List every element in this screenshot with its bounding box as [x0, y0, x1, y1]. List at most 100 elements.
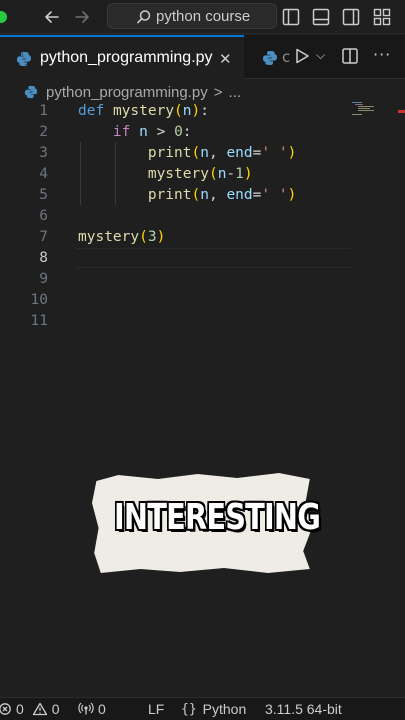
search-icon [137, 10, 151, 24]
ports-count: 0 [98, 701, 106, 717]
python-file-icon [17, 52, 31, 66]
code-line[interactable]: mystery(n-1) [78, 166, 253, 182]
command-center-search[interactable]: python course [107, 3, 277, 29]
code-token: print [147, 187, 192, 203]
line-number: 2 [39, 124, 48, 140]
python-file-icon [24, 85, 38, 99]
more-actions-icon[interactable]: ··· [373, 45, 391, 64]
error-count: 0 [16, 701, 24, 717]
code-line[interactable]: def mystery(n): [78, 103, 209, 119]
breadcrumb: python_programming.py > ... [24, 82, 241, 102]
forward-arrow-icon[interactable] [71, 6, 93, 28]
line-number: 4 [39, 166, 48, 182]
braces-icon: {} [181, 701, 197, 717]
customize-layout-icon[interactable] [372, 7, 392, 27]
code-token: 0 [174, 124, 183, 140]
code-editor[interactable]: 1 2 3 4 5 6 7 8 9 10 11 def mystery(n): if n > 0: … [0, 100, 405, 700]
interpreter-selector[interactable]: 3.11.5 64-bit [265, 701, 342, 717]
breadcrumb-separator: > [213, 83, 223, 101]
broadcast-icon [78, 702, 94, 715]
tab-python-programming[interactable]: python_programming.py ✕ [0, 35, 244, 79]
chevron-down-icon[interactable]: ⌵ [316, 48, 325, 63]
language-mode-selector[interactable]: {} Python [181, 701, 246, 717]
code-token: , [208, 187, 227, 203]
code-token: ) [156, 229, 166, 245]
code-token: : [200, 103, 209, 119]
tab-second-label[interactable]: c [282, 48, 290, 66]
code-token: , [208, 145, 227, 161]
code-token: print [147, 145, 192, 161]
warning-count: 0 [51, 701, 60, 717]
code-token: ( [191, 187, 201, 203]
code-token: : [182, 124, 192, 140]
code-token: ) [287, 145, 297, 161]
code-token: ) [287, 187, 297, 203]
code-token: n [139, 124, 148, 140]
line-number: 1 [39, 103, 48, 119]
warning-icon [32, 702, 47, 716]
code-token: end [226, 187, 253, 203]
end-of-line-selector[interactable]: LF [148, 701, 164, 717]
tab-label: python_programming.py [40, 49, 213, 66]
breadcrumb-symbol[interactable]: ... [229, 84, 242, 101]
code-token: n [200, 187, 209, 203]
code-line[interactable]: print(n, end=' ') [78, 187, 296, 203]
code-token: > [147, 124, 175, 140]
title-bar: python course [0, 0, 405, 34]
line-number: 3 [39, 145, 48, 161]
code-token: ) [191, 103, 201, 119]
ports-indicator[interactable]: 0 [78, 701, 106, 717]
eol-label: LF [148, 701, 165, 717]
close-icon[interactable]: ✕ [219, 50, 232, 68]
current-line-highlight [76, 248, 351, 268]
line-number: 5 [39, 187, 48, 203]
code-token: ( [191, 145, 201, 161]
back-arrow-icon[interactable] [41, 6, 63, 28]
error-icon [0, 703, 11, 715]
search-text: python course [156, 7, 251, 25]
code-line[interactable]: if n > 0: [78, 124, 192, 140]
scrollbar-marker[interactable] [398, 110, 405, 113]
toggle-panel-icon[interactable] [311, 7, 331, 27]
interpreter-label: 3.11.5 64-bit [265, 701, 342, 717]
code-token: mystery [147, 166, 209, 182]
code-line[interactable]: print(n, end=' ') [78, 145, 296, 161]
run-icon[interactable] [293, 47, 311, 65]
python-file-icon[interactable] [262, 50, 278, 66]
window-zoom-button[interactable] [0, 11, 7, 23]
code-token: 3 [147, 229, 157, 245]
line-number: 10 [30, 292, 48, 308]
code-token: ( [174, 103, 183, 119]
code-token: ( [139, 229, 148, 245]
code-token: if [112, 124, 131, 140]
code-token: ( [208, 166, 218, 182]
code-token: ' ' [261, 187, 288, 203]
status-bar: 0 0 0 LF {} Python 3.11.5 64-bit [0, 697, 405, 720]
split-editor-icon[interactable] [341, 47, 359, 65]
problems-indicator[interactable]: 0 0 [0, 701, 60, 717]
line-number: 6 [39, 208, 48, 224]
breadcrumb-file[interactable]: python_programming.py [46, 84, 208, 101]
line-number: 11 [30, 313, 48, 329]
code-token: n [200, 145, 209, 161]
line-number: 7 [39, 229, 48, 245]
code-token: def [78, 103, 105, 119]
toggle-sidebar-icon[interactable] [281, 7, 301, 27]
line-number: 9 [39, 271, 48, 287]
code-token: ' ' [261, 145, 288, 161]
code-token: 1 [235, 166, 244, 182]
language-label: Python [202, 701, 247, 717]
overlay-caption: INTERESTING [114, 497, 321, 538]
code-token: ) [243, 166, 253, 182]
toggle-secondary-sidebar-icon[interactable] [341, 7, 361, 27]
code-token: - [226, 166, 236, 182]
code-token: mystery [112, 103, 175, 119]
minimap[interactable] [352, 100, 376, 120]
code-token: n [182, 103, 192, 119]
code-line[interactable]: mystery(3) [78, 229, 165, 245]
